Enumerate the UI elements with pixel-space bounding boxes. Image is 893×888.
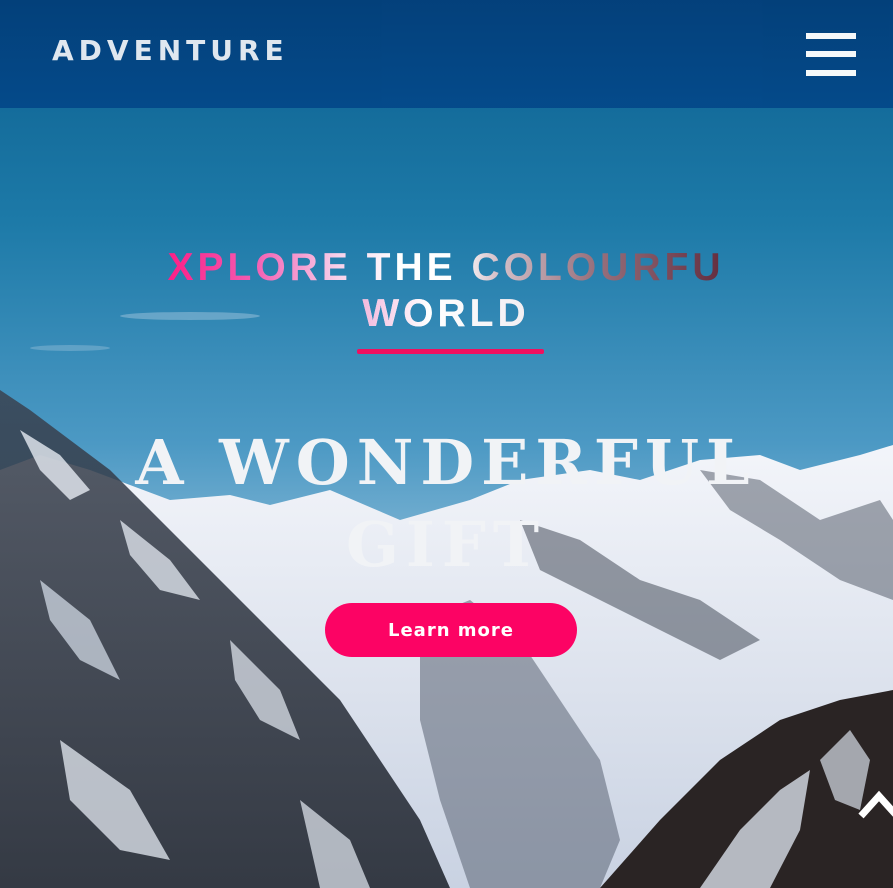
learn-more-button[interactable]: Learn more [325, 603, 577, 657]
site-logo[interactable]: ADVENTURE [52, 33, 289, 69]
site-header: ADVENTURE [0, 0, 893, 108]
page: ADVENTURE XPLORE THE COLOURFU WORLD A WO… [0, 0, 893, 888]
hero-tagline: XPLORE THE COLOURFU WORLD [146, 245, 746, 337]
hero-tagline-line1: XPLORE THE COLOURFU [167, 246, 725, 289]
menu-bar-top [806, 33, 856, 39]
menu-bar-middle [806, 51, 856, 57]
tagline-underline-divider [357, 349, 544, 354]
hero-section: XPLORE THE COLOURFU WORLD A WONDERFUL GI… [0, 108, 893, 888]
menu-bar-bottom [806, 70, 856, 76]
hero-tagline-line2: WORLD [362, 292, 530, 335]
hamburger-menu-icon[interactable] [806, 33, 856, 76]
hero-headline: A WONDERFUL GIFT [135, 426, 757, 581]
chevron-up-icon[interactable] [855, 786, 893, 826]
